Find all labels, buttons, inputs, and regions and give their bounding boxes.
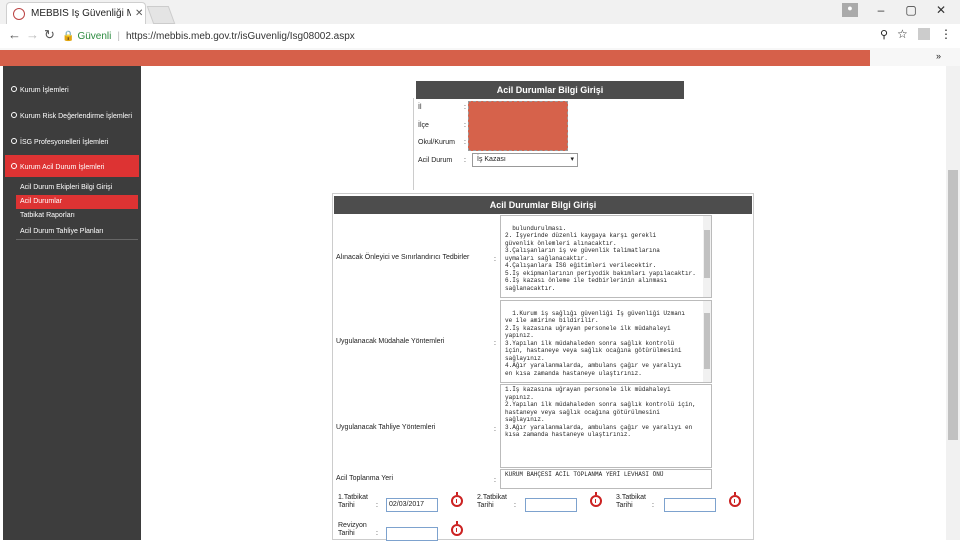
sidebar: Kurum İşlemleri Kurum Risk Değerlendirme…	[3, 66, 141, 540]
sidebar-subitem-acil-durumlar[interactable]: Acil Durumlar	[16, 195, 138, 209]
mudahale-label: Uygulanacak Müdahale Yöntemleri	[336, 338, 445, 345]
acil-durum-select[interactable]: İş Kazası	[472, 153, 578, 167]
sidebar-item-acil-label: Kurum Acil Durum İşlemleri	[11, 163, 104, 171]
circle-icon	[11, 112, 17, 118]
url-text: https://mebbis.meb.gov.tr/isGuvenlig/Isg…	[125, 30, 355, 42]
lock-icon: 🔒	[62, 30, 75, 42]
sidebar-subitem-ekipler[interactable]: Acil Durum Ekipleri Bilgi Girişi	[16, 181, 138, 195]
page-scrollbar-thumb[interactable]	[948, 170, 958, 440]
redacted-region	[468, 101, 568, 151]
tahliye-textarea[interactable]: 1.İş kazasına uğrayan personele ilk müda…	[500, 384, 712, 468]
secure-label: Güvenli	[77, 30, 112, 42]
bookmark-star-icon[interactable]: ☆	[897, 27, 908, 41]
tahliye-label: Uygulanacak Tahliye Yöntemleri	[336, 424, 436, 431]
il-label: İl	[418, 104, 422, 111]
toplanma-label: Acil Toplanma Yeri	[336, 475, 394, 482]
tatbikat3-label: 3.Tatbikat Tarihi	[616, 494, 646, 509]
tatbikat2-label: 2.Tatbikat Tarihi	[477, 494, 507, 509]
sidebar-subitem-tahliye[interactable]: Acil Durum Tahliye Planları	[16, 225, 138, 239]
okul-label: Okul/Kurum	[418, 139, 455, 146]
user-profile-icon[interactable]: ●	[842, 3, 858, 17]
sidebar-item-kurum[interactable]: Kurum İşlemleri	[11, 86, 69, 94]
tatbikat2-calendar-icon[interactable]	[590, 492, 602, 507]
menu-icon[interactable]: ⋮	[940, 27, 952, 41]
browser-tab[interactable]: MEBBIS İş Güvenliği Mod ✕	[6, 2, 146, 24]
more-bookmarks-icon[interactable]: »	[936, 51, 941, 61]
url-input[interactable]: 🔒 Güvenli | https://mebbis.meb.gov.tr/is…	[62, 27, 912, 45]
tatbikat1-date-input[interactable]: 02/03/2017	[386, 498, 438, 512]
sidebar-item-risk[interactable]: Kurum Risk Değerlendirme İşlemleri	[11, 112, 132, 120]
minimize-icon[interactable]: –	[874, 3, 888, 17]
onleyici-textarea[interactable]: bulundurulması. 2. İşyerinde düzenli kay…	[500, 215, 712, 298]
revizyon-date-input[interactable]	[386, 527, 438, 541]
header-strip	[0, 50, 870, 66]
forward-icon[interactable]: →	[26, 27, 39, 42]
tatbikat1-calendar-icon[interactable]	[451, 492, 463, 507]
extension-icon[interactable]	[918, 28, 930, 40]
sidebar-subitem-tatbikat[interactable]: Tatbikat Raporları	[16, 209, 138, 223]
tab-close-icon[interactable]: ✕	[135, 8, 143, 19]
ilce-label: İlçe	[418, 122, 429, 129]
panel2-title: Acil Durumlar Bilgi Girişi	[334, 196, 752, 214]
circle-icon	[11, 163, 17, 169]
tatbikat2-date-input[interactable]	[525, 498, 577, 512]
tatbikat3-date-input[interactable]	[664, 498, 716, 512]
revizyon-calendar-icon[interactable]	[451, 521, 463, 536]
circle-icon	[11, 86, 17, 92]
tatbikat1-label: 1.Tatbikat Tarihi	[338, 494, 368, 509]
onleyici-label: Alınacak Önleyici ve Sınırlandırıcı Tedb…	[336, 254, 470, 261]
sidebar-item-isg[interactable]: İSG Profesyonelleri İşlemleri	[11, 138, 108, 146]
zoom-icon[interactable]: ⚲	[880, 28, 888, 41]
revizyon-label: Revizyon Tarihi	[338, 522, 367, 537]
mudahale-textarea[interactable]: 1.Kurum iş sağlığı güvenliği İş güvenliğ…	[500, 300, 712, 383]
tab-title: MEBBIS İş Güvenliği Mod	[31, 8, 131, 19]
site-favicon-icon	[13, 7, 25, 20]
panel1-title: Acil Durumlar Bilgi Girişi	[416, 81, 684, 99]
acil-durum-label: Acil Durum	[418, 157, 453, 164]
tatbikat3-calendar-icon[interactable]	[729, 492, 741, 507]
reload-icon[interactable]: ↻	[44, 27, 55, 43]
back-icon[interactable]: ←	[8, 27, 21, 42]
circle-icon	[11, 138, 17, 144]
toplanma-textarea[interactable]: KURUM BAHÇESİ ACİL TOPLANMA YERİ LEVHASI…	[500, 469, 712, 489]
maximize-icon[interactable]: ▢	[904, 3, 918, 17]
window-close-icon[interactable]: ✕	[934, 3, 948, 17]
